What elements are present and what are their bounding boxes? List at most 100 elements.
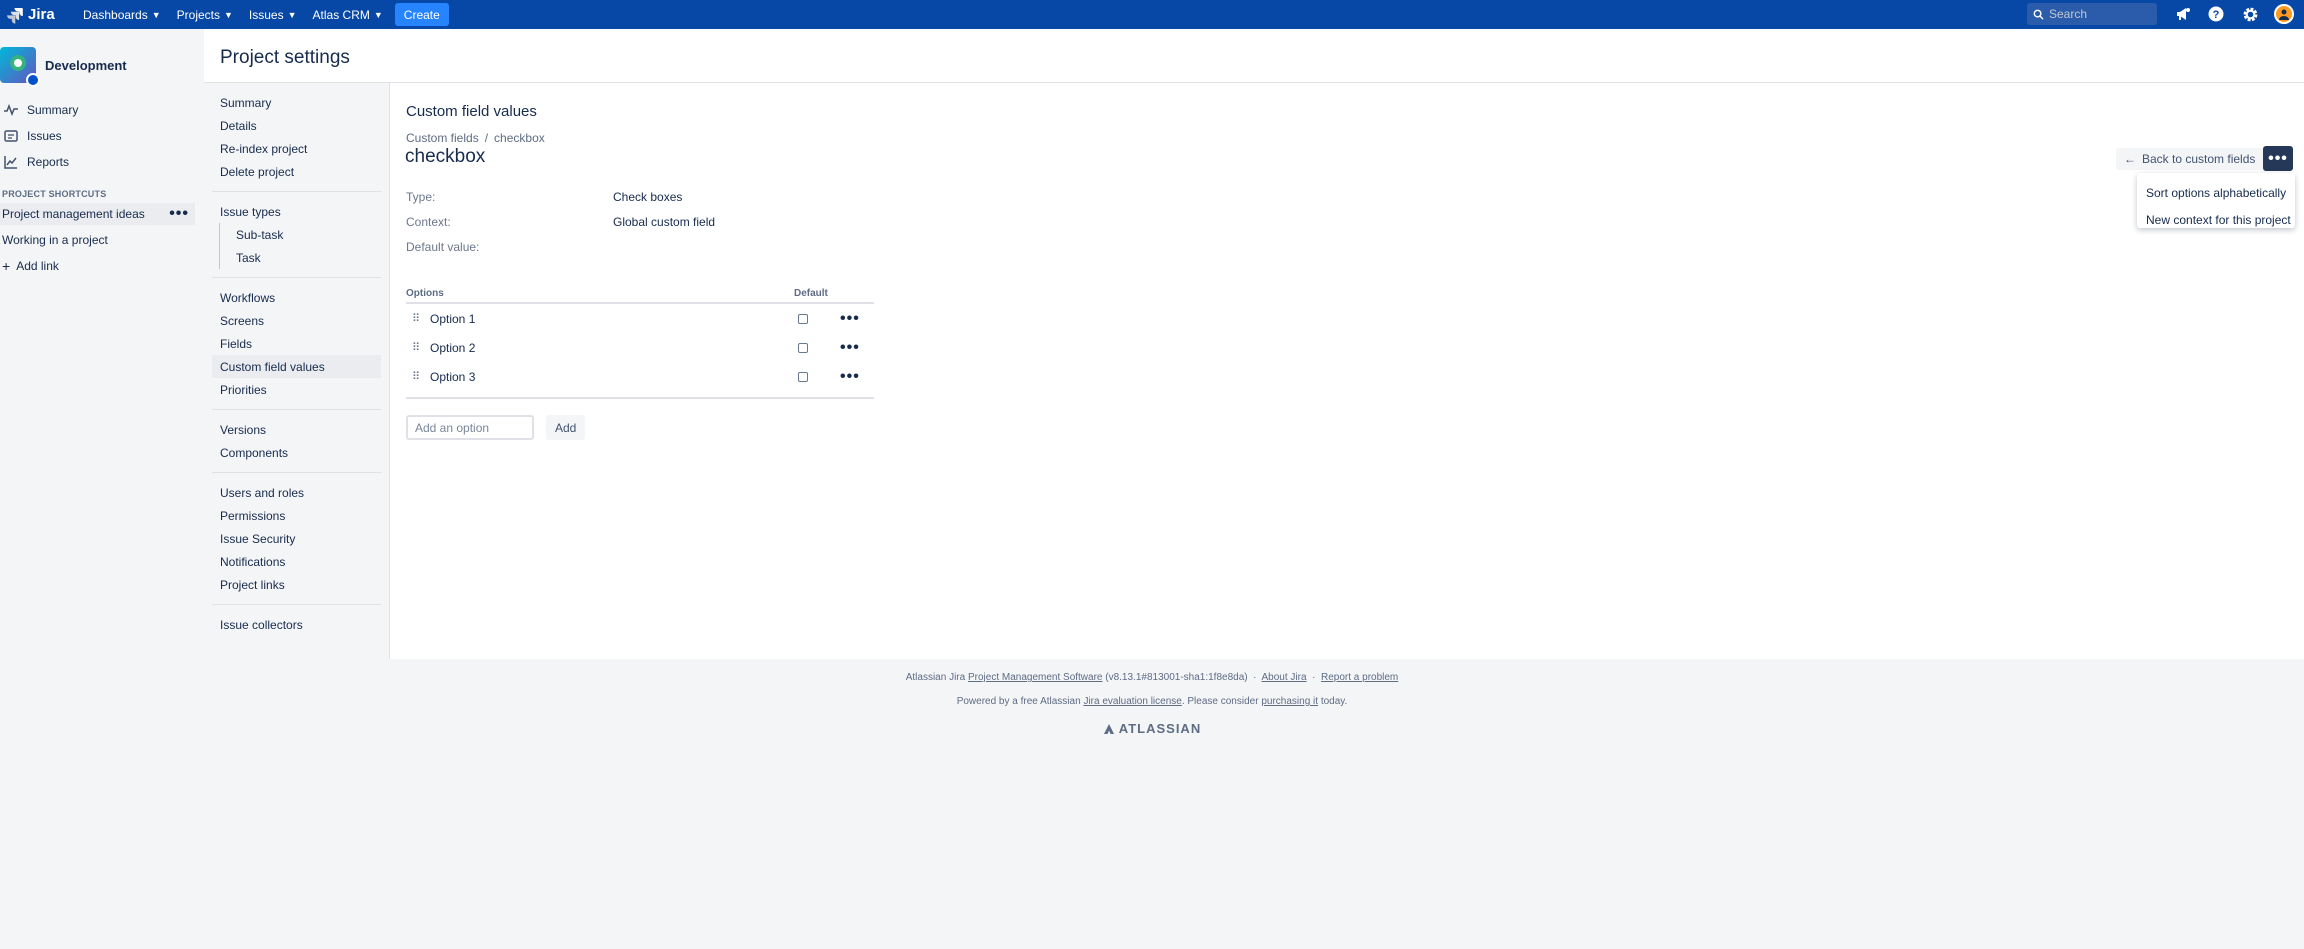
nav-issues-label: Issues [248, 7, 284, 22]
more-options-icon[interactable]: ••• [840, 310, 860, 327]
settings-gear-icon[interactable] [2240, 4, 2260, 24]
default-checkbox[interactable] [798, 313, 808, 324]
settings-nav-reindex-project[interactable]: Re-index project [212, 137, 381, 160]
settings-nav-custom-field-values[interactable]: Custom field values [212, 355, 381, 378]
add-option-button[interactable]: Add [546, 415, 586, 440]
back-label: Back to custom fields [2142, 152, 2256, 166]
drag-handle-icon[interactable]: ⠿ [406, 370, 430, 383]
project-badge-icon [26, 73, 40, 87]
settings-nav-group-releases: Versions Components [212, 410, 381, 473]
table-row: ⠿ Option 3 ••• [406, 362, 874, 391]
shortcut-working-in-a-project[interactable]: Working in a project [0, 229, 204, 251]
settings-nav-notifications[interactable]: Notifications [212, 550, 381, 573]
nav-atlas-crm-label: Atlas CRM [312, 7, 370, 22]
nav-projects-label: Projects [176, 7, 220, 22]
settings-nav-summary[interactable]: Summary [212, 91, 381, 114]
settings-nav-task[interactable]: Task [219, 246, 381, 269]
drag-handle-icon[interactable]: ⠿ [406, 341, 430, 354]
settings-nav-components[interactable]: Components [212, 441, 381, 464]
evaluation-license-link[interactable]: Jira evaluation license [1083, 696, 1181, 707]
shortcut-label: Project management ideas [2, 207, 145, 221]
settings-nav-group-access: Users and roles Permissions Issue Securi… [212, 473, 381, 605]
breadcrumb-checkbox[interactable]: checkbox [494, 131, 545, 145]
nav-atlas-crm[interactable]: Atlas CRM ▼ [305, 0, 391, 29]
settings-nav-screens[interactable]: Screens [212, 309, 381, 332]
report-problem-link[interactable]: Report a problem [1321, 672, 1398, 683]
field-title: checkbox [405, 146, 486, 167]
project-name: Development [45, 57, 127, 73]
search-input[interactable]: Search [2027, 3, 2157, 25]
back-to-custom-fields-button[interactable]: ← Back to custom fields [2116, 148, 2264, 170]
more-options-icon[interactable]: ••• [840, 368, 860, 385]
help-icon[interactable]: ? [2206, 4, 2226, 24]
settings-nav-workflows[interactable]: Workflows [212, 286, 381, 309]
project-nav-issues[interactable]: Issues [0, 123, 204, 149]
footer-line-1: Atlassian Jira Project Management Softwa… [905, 672, 1399, 683]
chevron-down-icon: ▼ [373, 9, 383, 20]
project-nav-summary[interactable]: Summary [0, 97, 204, 123]
chevron-down-icon: ▼ [151, 9, 161, 20]
search-placeholder: Search [2049, 7, 2088, 21]
settings-nav-priorities[interactable]: Priorities [212, 378, 381, 401]
about-jira-link[interactable]: About Jira [1262, 672, 1307, 683]
project-nav-reports-label: Reports [27, 155, 70, 169]
nav-dashboards[interactable]: Dashboards ▼ [75, 0, 169, 29]
plus-icon: + [2, 258, 11, 274]
project-avatar [0, 47, 40, 87]
more-options-icon[interactable]: ••• [169, 206, 189, 222]
atlassian-logo-icon [1103, 723, 1114, 734]
user-avatar[interactable] [2274, 4, 2294, 24]
settings-nav-fields[interactable]: Fields [212, 332, 381, 355]
settings-nav-permissions[interactable]: Permissions [212, 504, 381, 527]
footer-pms-link[interactable]: Project Management Software [968, 672, 1103, 683]
settings-nav-users-and-roles[interactable]: Users and roles [212, 481, 381, 504]
svg-text:?: ? [2213, 9, 2220, 21]
meta-type-value: Check boxes [613, 190, 683, 204]
settings-nav-delete-project[interactable]: Delete project [212, 160, 381, 183]
footer-consider: . Please consider [1181, 696, 1259, 707]
purchasing-link[interactable]: purchasing it [1261, 696, 1318, 707]
nav-projects[interactable]: Projects ▼ [169, 0, 241, 29]
settings-nav-issue-collectors[interactable]: Issue collectors [212, 613, 381, 636]
drag-handle-icon[interactable]: ⠿ [406, 312, 430, 325]
default-checkbox[interactable] [798, 371, 808, 382]
issues-icon [4, 130, 18, 142]
project-nav-reports[interactable]: Reports [0, 149, 204, 175]
settings-nav-details[interactable]: Details [212, 114, 381, 137]
footer-line-2: Powered by a free Atlassian Jira evaluat… [0, 696, 2304, 707]
more-actions-button[interactable]: ••• [2263, 146, 2293, 171]
option-label: Option 2 [430, 340, 476, 355]
table-row: ⠿ Option 2 ••• [406, 333, 874, 362]
meta-default-value: Default value: [406, 240, 613, 254]
shortcut-project-management-ideas[interactable]: Project management ideas ••• [0, 203, 195, 225]
settings-nav-versions[interactable]: Versions [212, 418, 381, 441]
breadcrumb-custom-fields[interactable]: Custom fields [406, 131, 479, 145]
notifications-megaphone-icon[interactable] [2173, 4, 2193, 24]
add-option-input[interactable]: Add an option [406, 415, 534, 440]
settings-nav-project-links[interactable]: Project links [212, 573, 381, 596]
meta-type-key: Type: [406, 190, 436, 204]
create-button[interactable]: Create [394, 3, 449, 26]
project-header[interactable]: Development [0, 29, 204, 89]
default-checkbox[interactable] [798, 342, 808, 353]
menu-item-new-context[interactable]: New context for this project [2137, 206, 2295, 233]
atlassian-logo[interactable]: ATLASSIAN [0, 721, 2304, 736]
settings-nav-group-collectors: Issue collectors [212, 605, 381, 644]
more-options-icon[interactable]: ••• [840, 339, 860, 356]
settings-nav-issue-security[interactable]: Issue Security [212, 527, 381, 550]
jira-logo[interactable]: Jira [5, 5, 75, 25]
chevron-down-icon: ▼ [287, 9, 297, 20]
chart-icon [4, 156, 17, 169]
actions-dropdown-menu: Sort options alphabetically New context … [2137, 173, 2295, 228]
nav-dashboards-label: Dashboards [83, 7, 148, 22]
settings-nav-issue-types[interactable]: Issue types [212, 200, 381, 223]
jira-logo-icon [7, 7, 23, 24]
nav-issues[interactable]: Issues ▼ [241, 0, 305, 29]
page-header: Project settings [204, 29, 2304, 83]
table-row: ⠿ Option 1 ••• [406, 304, 874, 333]
settings-nav-sub-task[interactable]: Sub-task [219, 223, 381, 246]
add-link-button[interactable]: + Add link [0, 255, 204, 277]
breadcrumb: Custom fields / checkbox [406, 131, 545, 145]
meta-default-value-key: Default value: [406, 240, 480, 254]
menu-item-sort-alphabetically[interactable]: Sort options alphabetically [2137, 179, 2295, 206]
